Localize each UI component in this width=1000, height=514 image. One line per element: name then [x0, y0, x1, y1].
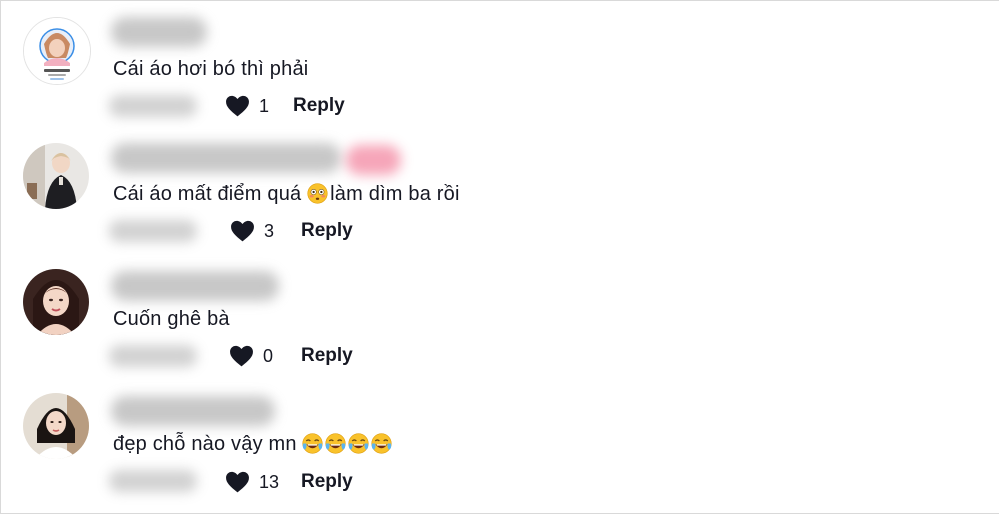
tears-of-joy-emoji-icon: [371, 433, 393, 454]
heart-icon: [231, 220, 254, 242]
comment-date-blurred: [109, 470, 197, 492]
like-count: 1: [259, 95, 270, 116]
tears-of-joy-emoji-icon: [348, 433, 370, 454]
flushed-face-emoji-icon: [307, 183, 328, 204]
comment-actions: 13 Reply: [225, 469, 353, 495]
like-count: 13: [259, 471, 280, 492]
username-blurred[interactable]: [111, 143, 341, 173]
comment-text: Cuốn ghê bà: [113, 308, 230, 330]
tears-of-joy-emoji-icon: [302, 433, 324, 454]
reply-button[interactable]: Reply: [293, 95, 345, 117]
comment-list: Cái áo hơi bó thì phải 1 Reply Cái áo mấ…: [0, 0, 999, 514]
comment-item: Cái áo hơi bó thì phải 1 Reply: [1, 1, 999, 126]
comment-actions: 1 Reply: [225, 93, 345, 119]
comment-text: Cái áo mất điểm quá làm dìm ba rồi: [113, 183, 460, 205]
like-count: 3: [264, 220, 275, 241]
reply-button[interactable]: Reply: [301, 345, 353, 367]
comment-text: đẹp chỗ nào vậy mn: [113, 432, 394, 456]
username-blurred[interactable]: [111, 17, 207, 47]
avatar[interactable]: [23, 143, 89, 209]
username-badge-blurred: [346, 145, 401, 175]
heart-icon: [230, 345, 253, 367]
tears-of-joy-emoji-icon: [325, 433, 347, 454]
like-button[interactable]: 1: [225, 95, 289, 117]
username-blurred[interactable]: [111, 271, 279, 301]
like-button[interactable]: 13: [225, 471, 289, 493]
avatar[interactable]: [23, 269, 89, 335]
comment-actions: 3 Reply: [230, 218, 353, 244]
comment-item: Cuốn ghê bà 0 Reply: [1, 251, 999, 376]
comment-text: Cái áo hơi bó thì phải: [113, 58, 309, 80]
comment-actions: 0 Reply: [229, 343, 353, 369]
comment-date-blurred: [109, 95, 197, 117]
reply-button[interactable]: Reply: [301, 471, 353, 493]
heart-icon: [226, 95, 249, 117]
avatar[interactable]: [23, 17, 91, 85]
comment-date-blurred: [109, 345, 197, 367]
avatar[interactable]: [23, 393, 89, 459]
like-button[interactable]: 3: [230, 220, 294, 242]
username-blurred[interactable]: [111, 396, 275, 426]
comment-item: đẹp chỗ nào vậy mn 13 Reply: [1, 376, 999, 501]
heart-icon: [226, 471, 249, 493]
comment-date-blurred: [109, 220, 197, 242]
like-button[interactable]: 0: [229, 345, 293, 367]
reply-button[interactable]: Reply: [301, 220, 353, 242]
like-count: 0: [263, 345, 274, 366]
comment-item: Cái áo mất điểm quá làm dìm ba rồi 3 Rep…: [1, 126, 999, 251]
